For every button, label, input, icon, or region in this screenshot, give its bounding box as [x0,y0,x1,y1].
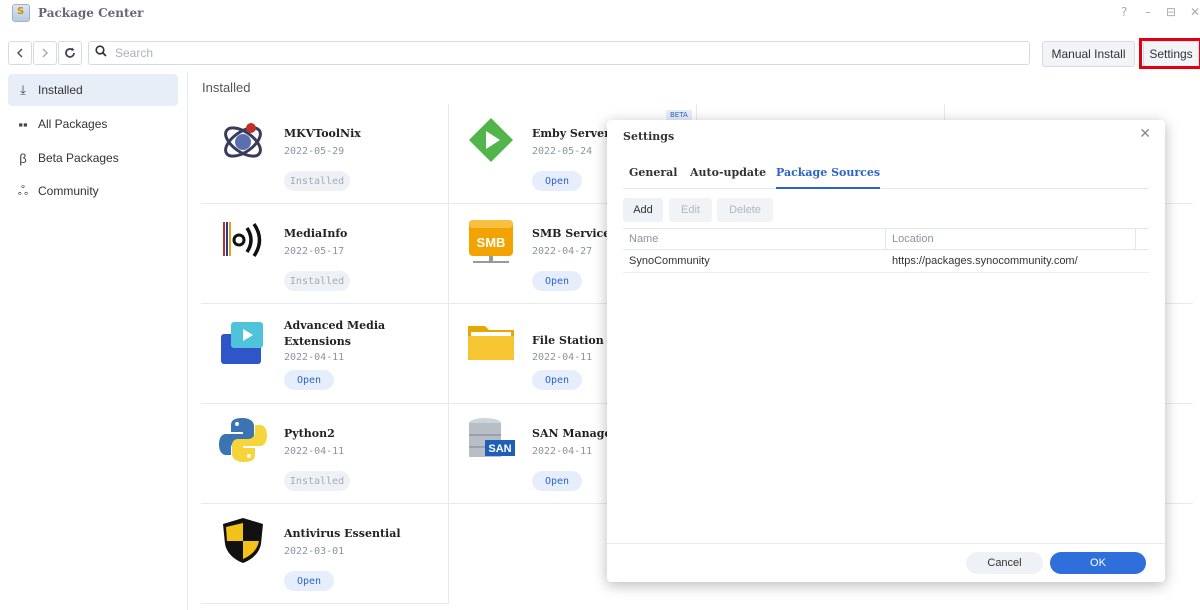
san-icon: SAN [469,418,515,457]
sidebar-item-label: Community [38,184,99,198]
package-card-antivirus-essential[interactable]: Antivirus Essential 2022-03-01 Open [201,504,449,604]
package-name: MKVToolNix [284,127,361,140]
minimize-icon[interactable]: – [1145,5,1151,19]
beta-badge: BETA [666,110,692,120]
dialog-tabs: General Auto-update Package Sources [623,166,1149,189]
package-date: 2022-04-11 [284,446,345,457]
package-date: 2022-04-11 [284,352,345,363]
source-name-cell: SynoCommunity [629,255,710,267]
emby-icon [469,118,513,162]
open-button[interactable]: Open [532,370,582,390]
page-title: Installed [202,80,251,95]
open-button[interactable]: Open [284,571,334,591]
column-divider [1135,229,1136,250]
column-divider [885,229,886,250]
mediainfo-icon [223,222,262,257]
package-card-mediainfo[interactable]: MediaInfo 2022-05-17 Installed [201,204,449,304]
installed-status-button: Installed [284,471,350,491]
community-icon: ஃ [17,182,29,198]
mkvtoolnix-icon [224,123,262,158]
help-icon[interactable]: ? [1121,5,1127,19]
python-icon [219,418,267,462]
package-date: 2022-04-11 [532,446,593,457]
package-card-mkvtoolnix[interactable]: MKVToolNix 2022-05-29 Installed [201,104,449,204]
package-name: Advanced Media Extensions [284,319,386,348]
package-name: Antivirus Essential [284,527,401,540]
package-card-python2[interactable]: Python2 2022-04-11 Installed [201,404,449,504]
table-header: Name Location [623,228,1149,250]
refresh-icon [65,47,75,58]
sidebar-item-label: Installed [38,83,83,97]
open-button[interactable]: Open [532,271,582,291]
package-date: 2022-05-29 [284,146,345,157]
download-icon: ⤓ [20,82,26,97]
close-window-icon[interactable]: ✕ [1190,5,1200,19]
tab-general[interactable]: General [629,166,678,189]
package-date: 2022-05-17 [284,246,345,257]
package-name: MediaInfo [284,227,348,240]
close-icon[interactable]: ✕ [1139,126,1151,142]
sidebar-item-community[interactable]: ஃ Community [8,175,178,207]
manual-install-button[interactable]: Manual Install [1042,41,1135,67]
column-header-name[interactable]: Name [629,233,658,245]
svg-text:SMB: SMB [477,235,506,250]
package-date: 2022-05-24 [532,146,593,157]
sidebar: ⤓ Installed ▪▪ All Packages β Beta Packa… [0,72,188,610]
sidebar-item-all-packages[interactable]: ▪▪ All Packages [8,108,178,140]
forward-button[interactable] [33,41,57,65]
package-date: 2022-04-27 [532,246,593,257]
chevron-right-icon [42,48,49,58]
antivirus-shield-icon [223,518,263,563]
beta-icon: β [19,150,27,166]
window-title: Package Center [38,6,144,20]
cancel-button[interactable]: Cancel [966,552,1043,574]
package-date: 2022-04-11 [532,352,593,363]
sidebar-item-label: All Packages [38,117,108,131]
open-button[interactable]: Open [284,370,334,390]
column-header-location[interactable]: Location [892,233,934,245]
dialog-title: Settings [623,130,675,143]
grid-icon: ▪▪ [18,116,28,132]
toolbar: Manual Install Settings [0,40,1200,68]
sidebar-item-installed[interactable]: ⤓ Installed [8,74,178,106]
installed-status-button: Installed [284,271,350,291]
settings-highlight-box [1139,38,1200,69]
dialog-footer-divider [607,543,1165,544]
open-button[interactable]: Open [532,171,582,191]
search-icon [95,45,107,57]
settings-dialog: Settings ✕ General Auto-update Package S… [607,120,1165,582]
smb-icon: SMB [469,220,513,263]
search-field[interactable] [88,41,1030,65]
package-center-icon [12,4,30,22]
table-row[interactable]: SynoCommunity https://packages.synocommu… [623,251,1149,273]
package-card-advanced-media-extensions[interactable]: Advanced Media Extensions 2022-04-11 Ope… [201,304,449,404]
add-button[interactable]: Add [623,198,663,222]
installed-status-button: Installed [284,171,350,191]
tab-package-sources[interactable]: Package Sources [776,166,881,189]
folder-icon [468,326,514,360]
media-extensions-icon [221,322,263,364]
title-bar: Package Center ? – ⊟ ✕ [0,0,1200,28]
chevron-left-icon [16,48,23,58]
delete-button[interactable]: Delete [717,198,773,222]
svg-text:SAN: SAN [488,443,511,455]
search-input[interactable] [115,44,1015,62]
ok-button[interactable]: OK [1050,552,1146,574]
edit-button[interactable]: Edit [669,198,712,222]
restore-icon[interactable]: ⊟ [1166,5,1176,19]
back-button[interactable] [8,41,32,65]
tab-auto-update[interactable]: Auto-update [690,166,766,189]
source-location-cell: https://packages.synocommunity.com/ [892,255,1078,267]
package-date: 2022-03-01 [284,546,345,557]
refresh-button[interactable] [58,41,82,65]
sidebar-item-beta-packages[interactable]: β Beta Packages [8,142,178,174]
open-button[interactable]: Open [532,471,582,491]
package-name: Python2 [284,427,335,440]
sidebar-item-label: Beta Packages [38,151,119,165]
